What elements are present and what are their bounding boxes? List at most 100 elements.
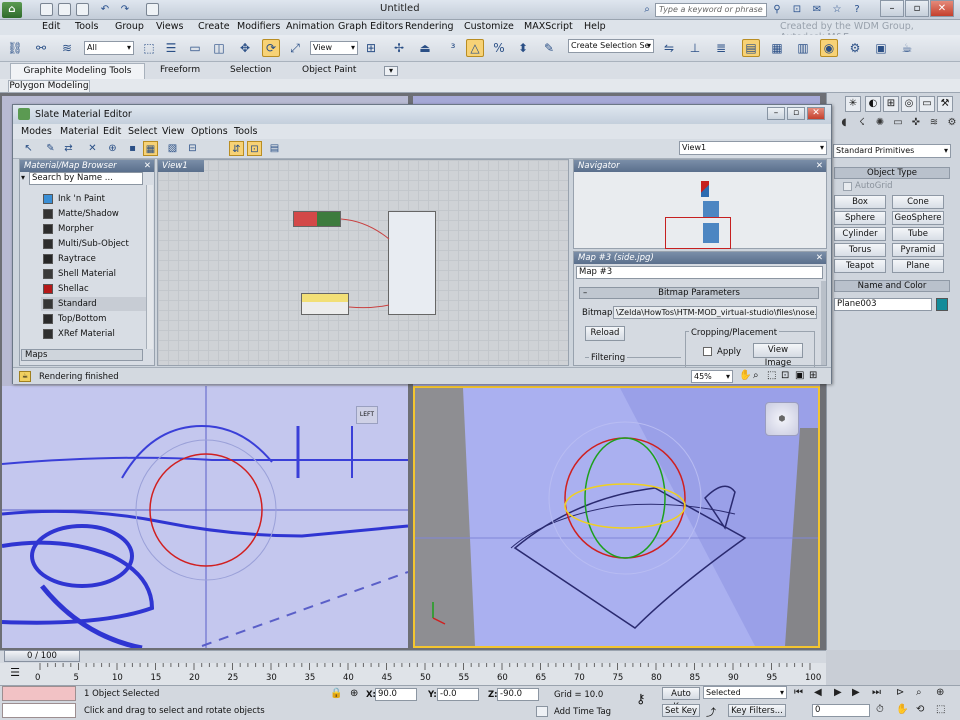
timeline-mini-curve-icon[interactable]: ☰ bbox=[8, 666, 22, 680]
bitmap-path-button[interactable]: \Zelda\HowTos\HTM-MOD_virtual-studio\fil… bbox=[613, 306, 817, 319]
zoom-dropdown[interactable]: 45% bbox=[691, 370, 733, 383]
bind-space-warp-icon[interactable]: ≋ bbox=[58, 39, 76, 57]
app-logo-icon[interactable]: ⌂ bbox=[2, 2, 22, 18]
primitive-type-dropdown[interactable]: Standard Primitives bbox=[833, 144, 951, 158]
list-item[interactable]: Morpher bbox=[41, 222, 149, 236]
slate-menu-view[interactable]: View bbox=[162, 126, 185, 137]
current-frame-field[interactable]: 0 bbox=[812, 704, 870, 717]
show-background-icon[interactable]: ▧ bbox=[165, 141, 180, 156]
slate-maximize-button[interactable]: ▫ bbox=[787, 107, 805, 120]
maps-group-header[interactable]: Maps bbox=[21, 349, 143, 361]
utilities-tab-icon[interactable]: ⚒ bbox=[937, 96, 953, 112]
browser-search-input[interactable]: Search by Name ... bbox=[29, 172, 143, 185]
subscription-icon[interactable]: ⊡ bbox=[790, 3, 804, 17]
keyword-search-input[interactable]: Type a keyword or phrase bbox=[655, 3, 767, 17]
lights-icon[interactable]: ✺ bbox=[873, 116, 887, 130]
delete-selected-icon[interactable]: ✕ bbox=[85, 141, 100, 156]
lock-selection-icon[interactable]: 🔒 bbox=[330, 688, 342, 699]
box-button[interactable]: Box bbox=[834, 195, 886, 209]
reference-coordinate-dropdown[interactable]: View bbox=[310, 41, 358, 55]
menu-animation[interactable]: Animation bbox=[286, 21, 334, 32]
play-icon[interactable]: ▶ bbox=[834, 687, 842, 698]
viewcube-icon[interactable]: LEFT bbox=[356, 406, 378, 424]
zoom-viewport-icon[interactable]: ⌕ bbox=[916, 687, 922, 698]
key-icon[interactable]: ⚷ bbox=[636, 692, 646, 707]
cameras-icon[interactable]: ▭ bbox=[891, 116, 905, 130]
time-slider-thumb[interactable]: 0 / 100 bbox=[4, 650, 80, 662]
y-coordinate-field[interactable]: -0.0 bbox=[437, 688, 479, 701]
redo-icon[interactable]: ↷ bbox=[118, 3, 132, 17]
select-by-name-icon[interactable]: ☰ bbox=[162, 39, 180, 57]
list-item[interactable]: Multi/Sub-Object bbox=[41, 237, 149, 251]
unlink-icon[interactable]: ⚯ bbox=[32, 39, 50, 57]
menu-modifiers[interactable]: Modifiers bbox=[237, 21, 280, 32]
object-name-field[interactable]: Plane003 bbox=[834, 298, 932, 311]
menu-views[interactable]: Views bbox=[156, 21, 184, 32]
window-crossing-icon[interactable]: ◫ bbox=[210, 39, 228, 57]
polygon-modeling-tab[interactable]: Polygon Modeling bbox=[8, 80, 90, 93]
param-close-icon[interactable]: ✕ bbox=[816, 252, 823, 264]
helpers-icon[interactable]: ✜ bbox=[909, 116, 923, 130]
layout-all-icon[interactable]: ⇵ bbox=[229, 141, 244, 156]
mirror-icon[interactable]: ⇋ bbox=[660, 39, 678, 57]
pan-to-selected-icon[interactable]: ⊞ bbox=[809, 370, 817, 381]
menu-tools[interactable]: Tools bbox=[75, 21, 98, 32]
selection-filter-dropdown[interactable]: All bbox=[84, 41, 134, 55]
zoom-icon[interactable]: ⌕ bbox=[753, 370, 759, 381]
hierarchy-tab-icon[interactable]: ⊞ bbox=[883, 96, 899, 112]
tube-button[interactable]: Tube bbox=[892, 227, 944, 241]
maximize-button[interactable]: ▫ bbox=[905, 0, 929, 17]
hide-unused-slots-icon[interactable]: ▪ bbox=[125, 141, 140, 156]
go-to-start-icon[interactable]: ⏮ bbox=[794, 687, 803, 698]
ribbon-tab-selection[interactable]: Selection bbox=[230, 65, 271, 75]
favorites-icon[interactable]: ☆ bbox=[830, 3, 844, 17]
save-file-icon[interactable] bbox=[76, 3, 89, 16]
pivot-center-icon[interactable]: ⊞ bbox=[362, 39, 380, 57]
slate-menu-select[interactable]: Select bbox=[128, 126, 157, 137]
time-tag-icon[interactable] bbox=[536, 706, 548, 717]
view-select-dropdown[interactable]: View1 bbox=[679, 141, 827, 155]
cone-button[interactable]: Cone bbox=[892, 195, 944, 209]
project-folder-icon[interactable] bbox=[146, 3, 159, 16]
slate-menu-modes[interactable]: Modes bbox=[21, 126, 52, 137]
orbit-icon[interactable]: ⟲ bbox=[916, 704, 924, 715]
navigator-view-rect[interactable] bbox=[665, 217, 731, 249]
autogrid-checkbox[interactable] bbox=[843, 182, 852, 191]
search-binoculars-icon[interactable]: ⌕ bbox=[640, 3, 654, 17]
slate-close-button[interactable]: ✕ bbox=[807, 107, 825, 120]
map-name-field[interactable]: Map #3 bbox=[576, 266, 823, 279]
ribbon-options-icon[interactable]: ▾ bbox=[384, 66, 398, 76]
rendered-frame-window-icon[interactable]: ▣ bbox=[872, 39, 890, 57]
edit-named-selection-icon[interactable]: ✎ bbox=[540, 39, 558, 57]
parameter-editor-icon[interactable]: ▤ bbox=[267, 141, 282, 156]
sphere-button[interactable]: Sphere bbox=[834, 211, 886, 225]
shapes-icon[interactable]: ☇ bbox=[855, 116, 869, 130]
cylinder-button[interactable]: Cylinder bbox=[834, 227, 886, 241]
viewport-perspective[interactable]: ⬢ bbox=[413, 386, 820, 648]
view-image-button[interactable]: View Image bbox=[753, 343, 803, 368]
render-production-icon[interactable]: ☕ bbox=[898, 39, 916, 57]
zoom-all-icon[interactable]: ⊕ bbox=[936, 687, 944, 698]
z-coordinate-field[interactable]: -90.0 bbox=[497, 688, 539, 701]
ribbon-tab-graphite[interactable]: Graphite Modeling Tools bbox=[10, 63, 145, 79]
keyboard-shortcut-icon[interactable]: ⏏ bbox=[416, 39, 434, 57]
space-warps-icon[interactable]: ≋ bbox=[927, 116, 941, 130]
time-configuration-icon[interactable]: ⏱ bbox=[876, 704, 884, 715]
zoom-region-icon[interactable]: ⬚ bbox=[767, 370, 776, 381]
zoom-extents-icon[interactable]: ⊡ bbox=[781, 370, 789, 381]
maxscript-listener-input[interactable] bbox=[2, 686, 76, 701]
move-children-icon[interactable]: ⊕ bbox=[105, 141, 120, 156]
select-rotate-icon[interactable]: ⟳ bbox=[262, 39, 280, 57]
default-tangents-icon[interactable]: ⤴ bbox=[706, 704, 716, 719]
menu-graph-editors[interactable]: Graph Editors bbox=[338, 21, 403, 32]
open-file-icon[interactable] bbox=[58, 3, 71, 16]
key-filters-button[interactable]: Key Filters... bbox=[728, 704, 786, 717]
schematic-view-icon[interactable]: ▥ bbox=[794, 39, 812, 57]
object-color-swatch[interactable] bbox=[936, 298, 948, 311]
list-item[interactable]: Top/Bottom bbox=[41, 312, 149, 326]
new-file-icon[interactable] bbox=[40, 3, 53, 16]
slate-menu-edit[interactable]: Edit bbox=[103, 126, 121, 137]
pick-material-icon[interactable]: ✎ bbox=[43, 141, 58, 156]
align-icon[interactable]: ⊥ bbox=[686, 39, 704, 57]
slate-minimize-button[interactable]: – bbox=[767, 107, 785, 120]
